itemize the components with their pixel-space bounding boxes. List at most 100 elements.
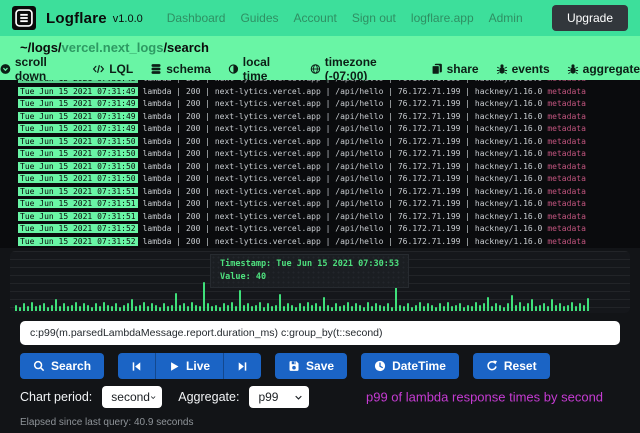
chart-bar[interactable] [215, 305, 217, 312]
aggregate-button[interactable]: aggregate [567, 62, 640, 76]
chart-bar[interactable] [251, 306, 253, 311]
timezone-button[interactable]: timezone (-07:00) [310, 55, 414, 83]
chart-bar[interactable] [307, 302, 309, 311]
chart-bar[interactable] [271, 306, 273, 311]
chart-bar[interactable] [375, 303, 377, 311]
upgrade-button[interactable]: Upgrade [552, 5, 628, 31]
chart-bar[interactable] [39, 305, 41, 312]
chart-bar[interactable] [527, 303, 529, 311]
chart-bar[interactable] [295, 307, 297, 311]
nav-logflare-app[interactable]: logflare.app [411, 11, 474, 25]
chart-bar[interactable] [103, 302, 105, 311]
chart-bar[interactable] [171, 305, 173, 312]
chart-bar[interactable] [443, 306, 445, 311]
chart-bar[interactable] [159, 307, 161, 311]
lql-button[interactable]: LQL [92, 62, 133, 76]
chart-bar[interactable] [575, 306, 577, 311]
chart-bar[interactable] [351, 306, 353, 311]
chart-bar[interactable] [199, 306, 201, 311]
log-metadata-link[interactable]: metadata [547, 212, 586, 221]
chart-bar[interactable] [299, 303, 301, 311]
chart-bar[interactable] [239, 290, 241, 311]
log-row[interactable]: Tue Jun 15 2021 07:31:52lambda | 200 | n… [0, 236, 640, 249]
chart-bar[interactable] [187, 306, 189, 311]
chart-bar[interactable] [583, 305, 585, 312]
chart-bar[interactable] [107, 305, 109, 312]
nav-guides[interactable]: Guides [240, 11, 278, 25]
chart-bar[interactable] [515, 305, 517, 312]
chart-bar[interactable] [279, 294, 281, 311]
chart-bar[interactable] [267, 303, 269, 311]
chart-bar[interactable] [471, 306, 473, 311]
log-row[interactable]: Tue Jun 15 2021 07:31:51lambda | 200 | n… [0, 186, 640, 199]
chart-bar[interactable] [167, 306, 169, 311]
log-row[interactable]: Tue Jun 15 2021 07:31:49lambda | 200 | n… [0, 111, 640, 124]
chart-bar[interactable] [535, 306, 537, 311]
log-metadata-link[interactable]: metadata [547, 137, 586, 146]
chart-bar[interactable] [367, 302, 369, 311]
chart-bar[interactable] [439, 303, 441, 311]
chart-bar[interactable] [43, 303, 45, 311]
nav-account[interactable]: Account [294, 11, 337, 25]
chart-bar[interactable] [287, 303, 289, 311]
chart-bar[interactable] [411, 307, 413, 311]
chart-bar[interactable] [383, 306, 385, 311]
chart-bar[interactable] [183, 303, 185, 311]
chart-bar[interactable] [19, 307, 21, 311]
local-time-toggle[interactable]: local time [228, 55, 293, 83]
chart-bar[interactable] [223, 303, 225, 311]
chart-bar[interactable] [503, 307, 505, 311]
chart-bar[interactable] [99, 306, 101, 311]
chart-bar[interactable] [555, 305, 557, 312]
log-metadata-link[interactable]: metadata [547, 149, 586, 158]
chart-bar[interactable] [235, 306, 237, 311]
chart-bar[interactable] [371, 306, 373, 311]
chart-bar[interactable] [247, 303, 249, 311]
chart-bar[interactable] [447, 302, 449, 311]
log-row[interactable]: Tue Jun 15 2021 07:31:51lambda | 200 | n… [0, 211, 640, 224]
search-query-input[interactable] [20, 321, 620, 345]
log-row[interactable]: Tue Jun 15 2021 07:31:50lambda | 200 | n… [0, 173, 640, 186]
chart-bar[interactable] [79, 306, 81, 311]
log-metadata-link[interactable]: metadata [547, 87, 586, 96]
chart-bar[interactable] [495, 303, 497, 311]
log-metadata-link[interactable]: metadata [547, 162, 586, 171]
chart-bar[interactable] [83, 303, 85, 311]
log-metadata-link[interactable]: metadata [547, 124, 586, 133]
chart-bar[interactable] [459, 303, 461, 311]
chart-bar[interactable] [115, 303, 117, 311]
chart-bar[interactable] [403, 306, 405, 311]
chart-bar[interactable] [47, 307, 49, 311]
chart-bar[interactable] [507, 303, 509, 311]
chart-bar[interactable] [467, 305, 469, 312]
chart-bar[interactable] [511, 295, 513, 311]
chart-bar[interactable] [63, 303, 65, 311]
chart-bar[interactable] [455, 305, 457, 312]
chart-bar[interactable] [243, 305, 245, 312]
chart-bar[interactable] [407, 303, 409, 311]
log-row[interactable]: Tue Jun 15 2021 07:31:49lambda | 200 | n… [0, 123, 640, 136]
chart-bar[interactable] [523, 306, 525, 311]
skip-forward-button[interactable] [223, 353, 261, 379]
chart-bar[interactable] [139, 305, 141, 312]
log-row[interactable]: Tue Jun 15 2021 07:31:49lambda | 200 | n… [0, 98, 640, 111]
chart-bar[interactable] [31, 302, 33, 311]
chart-bar[interactable] [51, 305, 53, 312]
chart-bar[interactable] [203, 282, 205, 311]
reset-button[interactable]: Reset [473, 353, 550, 379]
chart-bar[interactable] [415, 305, 417, 312]
log-metadata-link[interactable]: metadata [547, 199, 586, 208]
nav-sign-out[interactable]: Sign out [352, 11, 396, 25]
chart-bar[interactable] [311, 305, 313, 312]
chart-bar[interactable] [363, 307, 365, 311]
chart-bar[interactable] [67, 306, 69, 311]
chart-bar[interactable] [331, 307, 333, 311]
chart-bar[interactable] [431, 305, 433, 312]
chart-bar[interactable] [227, 305, 229, 312]
chart-bar[interactable] [95, 303, 97, 311]
chart-bar[interactable] [35, 306, 37, 311]
chart-bar[interactable] [179, 305, 181, 312]
breadcrumb-source-link[interactable]: vercel.next_logs [62, 40, 164, 55]
chart-bar[interactable] [323, 297, 325, 311]
chart-bar[interactable] [435, 307, 437, 311]
